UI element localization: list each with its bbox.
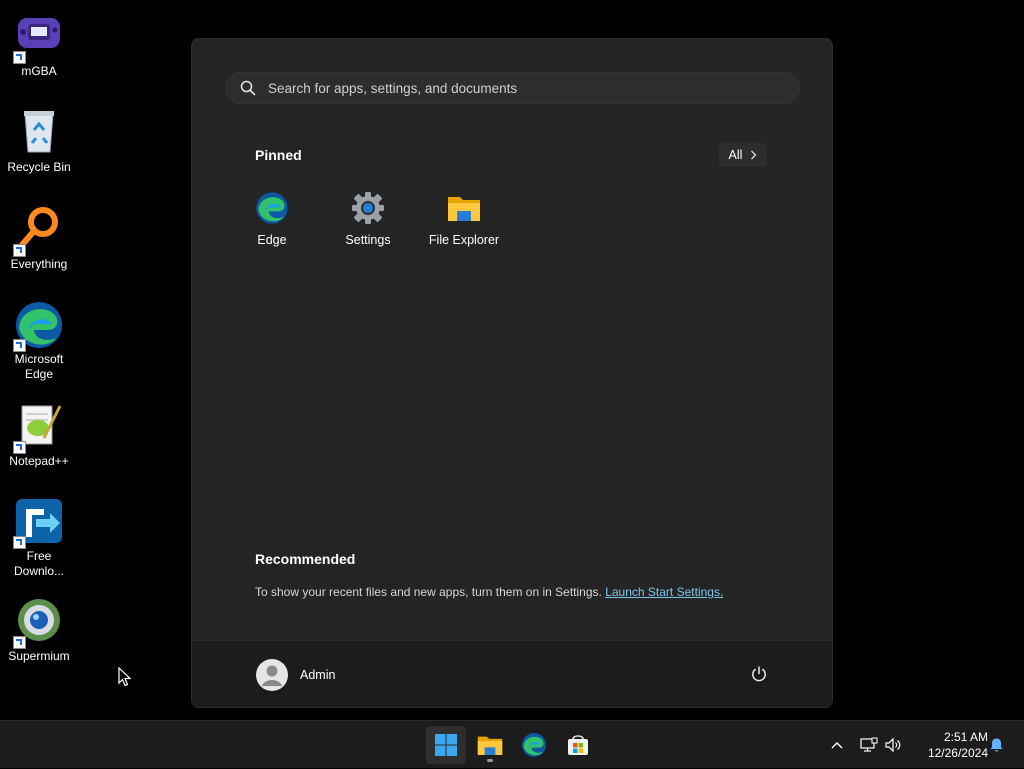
edge-icon	[255, 191, 289, 225]
taskbar-file-explorer[interactable]	[470, 726, 510, 764]
desktop-icon-label: Everything	[10, 257, 68, 271]
power-icon	[752, 666, 766, 682]
recommended-message: To show your recent files and new apps, …	[255, 585, 723, 599]
taskbar-clock[interactable]: 2:51 AM 12/26/2024	[912, 729, 988, 761]
download-manager-icon	[13, 497, 64, 549]
user-name[interactable]: Admin	[300, 668, 335, 682]
chevron-up-icon	[831, 742, 843, 749]
desktop-icon-everything[interactable]: Everything	[0, 205, 78, 272]
start-button[interactable]	[426, 726, 466, 764]
desktop-icon-recycle-bin[interactable]: Recycle Bin	[0, 108, 78, 175]
show-hidden-icons-button[interactable]	[830, 721, 844, 769]
desktop-icon-supermium[interactable]: Supermium	[0, 597, 78, 664]
desktop-icon-label: Recycle Bin	[7, 160, 71, 174]
folder-icon	[447, 191, 481, 225]
start-search-box[interactable]	[225, 72, 800, 104]
network-button[interactable]	[860, 721, 878, 769]
pinned-app-label: Edge	[257, 233, 287, 247]
pinned-section-title: Pinned	[255, 147, 302, 163]
volume-button[interactable]	[884, 721, 902, 769]
magnifier-icon	[13, 205, 64, 257]
search-input[interactable]	[266, 79, 750, 97]
power-button[interactable]	[750, 665, 768, 688]
supermium-icon	[13, 597, 64, 649]
desktop-icon-mgba[interactable]: mGBA	[0, 12, 78, 79]
desktop-icon-label: mGBA	[21, 64, 57, 78]
folder-icon	[477, 736, 503, 755]
user-icon	[262, 665, 282, 686]
running-indicator	[487, 759, 493, 762]
recommended-text: To show your recent files and new apps, …	[255, 585, 602, 599]
pinned-app-edge[interactable]: Edge	[224, 191, 320, 247]
windows-logo-icon	[435, 734, 457, 756]
recommended-section-title: Recommended	[255, 551, 356, 567]
desktop-icon-microsoft-edge[interactable]: Microsoft Edge	[0, 300, 78, 382]
desktop-icon-label: Microsoft Edge	[14, 352, 64, 381]
bell-icon	[990, 738, 1003, 752]
store-icon	[568, 735, 588, 755]
mgba-icon	[13, 12, 64, 64]
all-apps-button[interactable]: All	[719, 143, 767, 167]
pinned-app-label: File Explorer	[428, 233, 500, 247]
speaker-icon	[885, 737, 901, 753]
desktop-icon-label: Supermium	[8, 649, 70, 663]
edge-icon	[13, 300, 64, 352]
network-icon	[860, 737, 878, 752]
desktop-icon-free-download-manager[interactable]: Free Downlo...	[0, 497, 78, 579]
all-apps-label: All	[728, 148, 743, 162]
desktop-icon-label: Free Downlo...	[13, 549, 65, 578]
desktop-icon-notepad-plus[interactable]: Notepad++	[0, 402, 78, 469]
desktop-icon-label: Notepad++	[9, 454, 69, 468]
notepad-plus-icon	[13, 402, 64, 454]
notifications-button[interactable]	[989, 721, 1004, 769]
launch-start-settings-link[interactable]: Launch Start Settings.	[605, 585, 723, 599]
recycle-bin-icon	[14, 108, 64, 158]
taskbar-edge[interactable]	[514, 726, 554, 764]
start-menu-footer: Admin	[192, 640, 832, 707]
search-icon	[240, 80, 256, 96]
gear-icon	[351, 191, 385, 225]
pinned-app-settings[interactable]: Settings	[320, 191, 416, 247]
taskbar-microsoft-store[interactable]	[558, 726, 598, 764]
chevron-right-icon	[751, 150, 757, 160]
clock-time: 2:51 AM	[943, 730, 988, 744]
user-avatar[interactable]	[256, 659, 288, 691]
taskbar: 2:51 AM 12/26/2024	[0, 720, 1024, 768]
mouse-cursor-icon	[118, 666, 132, 692]
pinned-app-file-explorer[interactable]: File Explorer	[416, 191, 512, 247]
edge-icon	[522, 733, 546, 757]
start-menu: Pinned All Edge	[191, 38, 833, 708]
pinned-app-label: Settings	[345, 233, 391, 247]
clock-date: 12/26/2024	[927, 746, 988, 760]
